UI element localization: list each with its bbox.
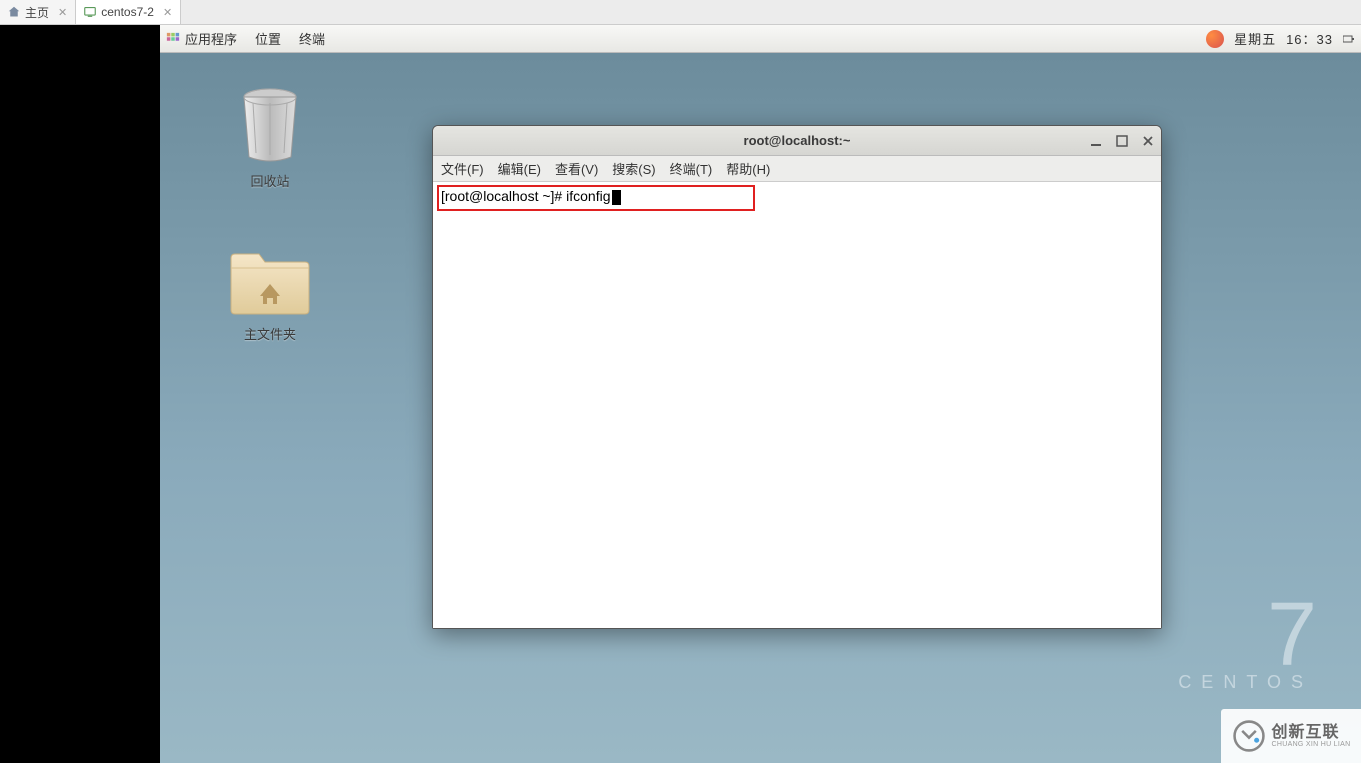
centos-name: CENTOS (1178, 672, 1313, 693)
menu-search[interactable]: 搜索(S) (612, 159, 655, 178)
tab-vm-label: centos7-2 (101, 5, 154, 19)
tab-home[interactable]: 主页 ✕ (0, 0, 76, 24)
close-icon[interactable]: ✕ (58, 6, 67, 19)
terminal-prompt: [root@localhost ~]# (441, 188, 566, 204)
close-button[interactable] (1141, 134, 1155, 148)
terminal-titlebar[interactable]: root@localhost:~ (433, 126, 1161, 156)
close-icon[interactable]: ✕ (163, 6, 172, 19)
cursor (612, 190, 621, 205)
home-icon (8, 6, 20, 18)
clock-time[interactable]: 16：33 (1286, 29, 1333, 48)
menu-edit[interactable]: 编辑(E) (498, 159, 541, 178)
places-menu[interactable]: 位置 (255, 29, 281, 48)
gnome-top-panel: 应用程序 位置 终端 星期五 16：33 (160, 25, 1361, 53)
watermark-text-cn: 创新互联 (1272, 725, 1351, 741)
applications-label: 应用程序 (185, 29, 237, 48)
terminal-title: root@localhost:~ (744, 133, 851, 148)
minimize-button[interactable] (1089, 134, 1103, 148)
desktop: 应用程序 位置 终端 星期五 16：33 回收站 (160, 25, 1361, 763)
trash-label: 回收站 (250, 171, 289, 190)
applications-menu[interactable]: 应用程序 (166, 29, 237, 48)
menu-view[interactable]: 查看(V) (555, 159, 598, 178)
terminal-window[interactable]: root@localhost:~ 文件(F) 编辑(E) 查看(V) 搜索(S)… (432, 125, 1162, 629)
folder-icon (227, 244, 313, 318)
menu-terminal[interactable]: 终端(T) (670, 159, 713, 178)
trash-bin-icon (235, 85, 305, 165)
terminal-body[interactable]: [root@localhost ~]# ifconfig (433, 182, 1161, 628)
maximize-button[interactable] (1115, 134, 1129, 148)
terminal-menubar: 文件(F) 编辑(E) 查看(V) 搜索(S) 终端(T) 帮助(H) (433, 156, 1161, 182)
indicator-icon[interactable] (1343, 34, 1355, 44)
trash-icon[interactable]: 回收站 (220, 85, 320, 190)
watermark-logo-icon (1232, 719, 1266, 753)
monitor-icon (84, 6, 96, 18)
clock-day[interactable]: 星期五 (1234, 29, 1276, 48)
watermark-text-en: CHUANG XIN HU LIAN (1272, 741, 1351, 748)
home-folder-label: 主文件夹 (244, 324, 296, 343)
tab-vm-centos[interactable]: centos7-2 ✕ (76, 0, 181, 24)
menu-file[interactable]: 文件(F) (441, 159, 484, 178)
tray-app-icon[interactable] (1206, 30, 1224, 48)
terminal-menu[interactable]: 终端 (299, 29, 325, 48)
centos-branding: 7 CENTOS (1178, 590, 1313, 693)
apps-icon (166, 32, 180, 46)
centos-version: 7 (1178, 590, 1313, 680)
desktop-icons-area: 回收站 主文件夹 (220, 85, 320, 343)
watermark: 创新互联 CHUANG XIN HU LIAN (1221, 709, 1361, 763)
terminal-command: ifconfig (566, 188, 610, 204)
menu-help[interactable]: 帮助(H) (726, 159, 770, 178)
tab-home-label: 主页 (25, 4, 49, 21)
vmware-tab-bar: 主页 ✕ centos7-2 ✕ (0, 0, 1361, 25)
home-folder-icon[interactable]: 主文件夹 (220, 244, 320, 343)
